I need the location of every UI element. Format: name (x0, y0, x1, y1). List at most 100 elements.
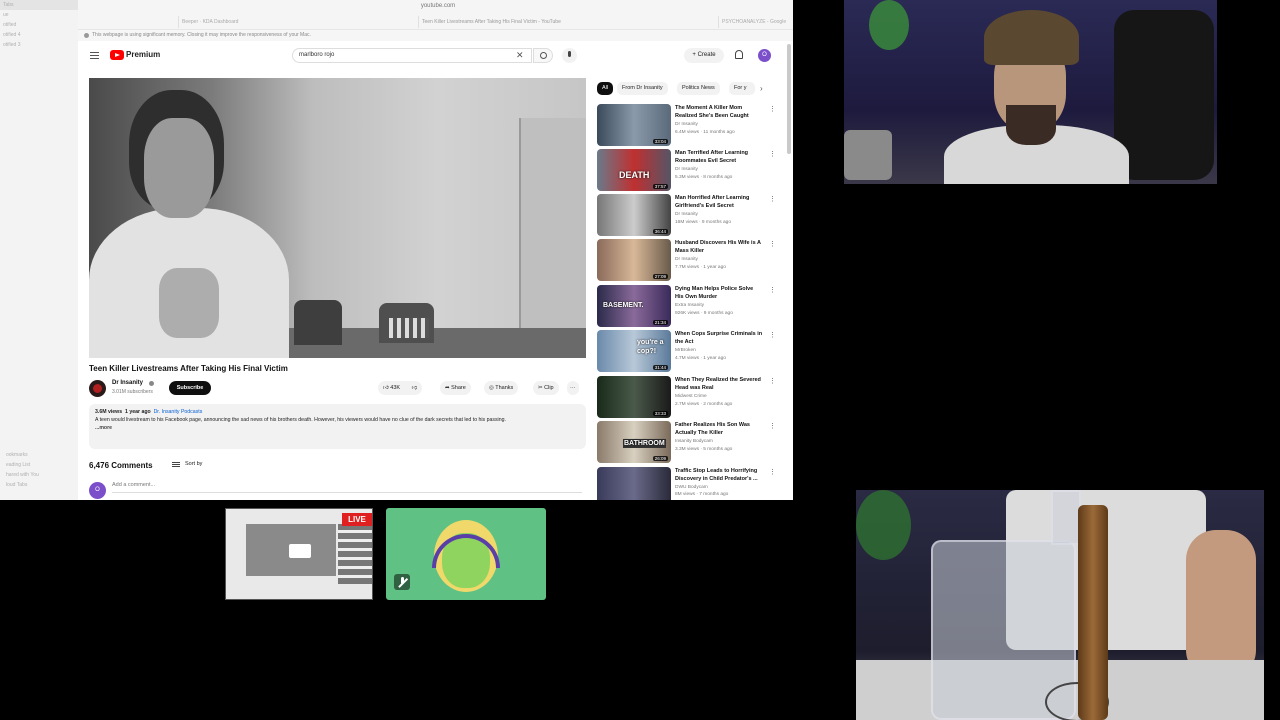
rec-channel[interactable]: DWU Bodycam (675, 485, 708, 490)
list-item[interactable]: BATHROOM 26:09 Father Realizes His Son W… (597, 421, 787, 465)
kebab-icon[interactable]: ⋮ (769, 240, 776, 248)
sidebar-item[interactable]: eading List (3, 460, 42, 470)
channel-podcast-link[interactable]: Dr. Insanity Podcasts (154, 409, 203, 415)
tab-youtube[interactable]: Teen Killer Livestreams After Taking His… (418, 16, 668, 28)
more-actions-button[interactable]: ··· (567, 381, 579, 395)
description-more-link[interactable]: ...more (95, 424, 580, 432)
subscriber-count: 3.01M subscribers (112, 389, 153, 395)
kebab-icon[interactable]: ⋮ (769, 105, 776, 113)
chevron-right-icon[interactable]: › (760, 84, 763, 93)
kebab-icon[interactable]: ⋮ (769, 331, 776, 339)
menu-icon[interactable] (90, 52, 99, 53)
scrollbar[interactable] (787, 44, 791, 154)
dislike-icon[interactable]: 👎︎ (412, 385, 418, 391)
list-item[interactable]: Traffic Stop Leads to Horrifying Discove… (597, 467, 787, 500)
video-thumbnail[interactable]: BATHROOM 26:09 (597, 421, 671, 463)
kebab-icon[interactable]: ⋮ (769, 286, 776, 294)
sidebar-item[interactable]: hared with You (3, 470, 42, 480)
channel-avatar[interactable] (89, 380, 106, 397)
share-label: Share (451, 385, 466, 391)
rec-title[interactable]: Man Horrified After Learning Girlfriend'… (675, 194, 763, 210)
rec-channel[interactable]: Dr Insanity (675, 122, 698, 127)
video-thumbnail[interactable]: DEATH 37:57 (597, 149, 671, 191)
rec-title[interactable]: Husband Discovers His Wife is A Mass Kil… (675, 239, 763, 255)
bong-neck (1051, 490, 1081, 545)
like-button[interactable]: 👍︎ 43K 👎︎ (378, 381, 423, 395)
user-avatar[interactable]: O (758, 49, 771, 62)
duration-badge: 33:04 (652, 139, 668, 144)
rec-title[interactable]: Man Terrified After Learning Roommates E… (675, 149, 763, 165)
sidebar-item[interactable]: ookmarks (3, 450, 42, 460)
clip-button[interactable]: ✂ Clip (533, 381, 559, 395)
list-item[interactable]: 33:33 When They Realized the Severed Hea… (597, 376, 787, 420)
chip-politics-news[interactable]: Politics News (677, 82, 720, 95)
list-item[interactable]: 36:44 Man Horrified After Learning Girlf… (597, 194, 787, 238)
bell-icon[interactable] (735, 50, 743, 59)
search-input[interactable]: marlboro rojo (292, 48, 532, 63)
video-thumbnail[interactable]: 36:44 (597, 194, 671, 236)
alien-figure (869, 0, 909, 50)
youtube-logo-icon[interactable] (110, 50, 124, 60)
comment-input[interactable]: Add a comment... (112, 482, 582, 493)
description-box[interactable]: 3.6M views 1 year ago Dr. Insanity Podca… (89, 404, 586, 449)
brand-label[interactable]: Premium (126, 50, 160, 59)
video-thumbnail[interactable]: you're a cop?! 31:44 (597, 330, 671, 372)
video-thumbnail[interactable]: 33:33 (597, 376, 671, 418)
video-player[interactable] (89, 78, 586, 358)
description-text: A teen would livestream to his Facebook … (95, 417, 506, 423)
sidebar-item[interactable]: otified (0, 20, 78, 30)
rec-channel[interactable]: Dr Insanity (675, 257, 698, 262)
list-item[interactable]: BASEMENT. 21:34 Dying Man Helps Police S… (597, 285, 787, 329)
list-item[interactable]: 27:09 Husband Discovers His Wife is A Ma… (597, 239, 787, 283)
rec-channel[interactable]: Insanity Bodycam (675, 439, 713, 444)
rec-title[interactable]: When They Realized the Severed Head was … (675, 376, 763, 392)
sidebar-item[interactable]: loud Tabs (3, 480, 42, 490)
chip-for-you[interactable]: For y (729, 82, 755, 95)
chip-from-dr-insanity[interactable]: From Dr Insanity (617, 82, 668, 95)
sidebar-item[interactable]: ue (0, 10, 78, 20)
list-item[interactable]: DEATH 37:57 Man Terrified After Learning… (597, 149, 787, 193)
preview-window (289, 544, 311, 558)
kebab-icon[interactable]: ⋮ (769, 422, 776, 430)
rec-title[interactable]: Father Realizes His Son Was Actually The… (675, 421, 763, 437)
rec-title[interactable]: Traffic Stop Leads to Horrifying Discove… (675, 467, 763, 483)
thumbnail-caption: BATHROOM (623, 439, 666, 448)
subscribe-button[interactable]: Subscribe (169, 381, 211, 395)
mic-icon[interactable] (562, 48, 577, 63)
video-thumbnail[interactable]: 27:09 (597, 239, 671, 281)
kebab-icon[interactable]: ⋮ (769, 195, 776, 203)
list-item[interactable]: 33:04 The Moment A Killer Mom Realized S… (597, 104, 787, 148)
sort-by-button[interactable]: Sort by (185, 461, 202, 467)
video-thumbnail[interactable] (597, 467, 671, 500)
kebab-icon[interactable]: ⋮ (769, 468, 776, 476)
chip-all[interactable]: All (597, 82, 614, 95)
kebab-icon[interactable]: ⋮ (769, 377, 776, 385)
tab-beeper[interactable]: Beeper · KDA Dashboard (178, 16, 378, 28)
share-button[interactable]: ➦ Share (440, 381, 471, 395)
rec-title[interactable]: When Cops Surprise Criminals in the Act (675, 330, 763, 346)
kebab-icon[interactable]: ⋮ (769, 150, 776, 158)
rec-channel[interactable]: Dr Insanity (675, 167, 698, 172)
sidebar-item[interactable]: otified 4 (0, 30, 78, 40)
rec-channel[interactable]: MrBroken (675, 348, 696, 353)
rec-title[interactable]: The Moment A Killer Mom Realized She's B… (675, 104, 763, 120)
rec-channel[interactable]: Dr Insanity (675, 212, 698, 217)
address-bar[interactable]: youtube.com (268, 1, 608, 11)
channel-name[interactable]: Dr Insanity (112, 380, 143, 386)
video-thumbnail[interactable]: BASEMENT. 21:34 (597, 285, 671, 327)
sidebar-item[interactable]: otified 3 (0, 40, 78, 50)
create-label: Create (697, 52, 716, 58)
thanks-button[interactable]: ◎ Thanks (484, 381, 519, 395)
sidebar-item[interactable]: Tabs (0, 0, 78, 10)
rec-meta: 8M views · 7 months ago (675, 492, 729, 497)
clear-search-icon[interactable]: ✕ (516, 50, 524, 61)
video-thumbnail[interactable]: 33:04 (597, 104, 671, 146)
tab-google[interactable]: PSYCHOANALYZE - Google (718, 16, 793, 28)
list-item[interactable]: you're a cop?! 31:44 When Cops Surprise … (597, 330, 787, 374)
rec-channel[interactable]: Midwest Crime (675, 394, 707, 399)
create-button[interactable]: + Create (684, 48, 724, 63)
search-button[interactable] (533, 48, 553, 63)
rec-channel[interactable]: Extra Insanity (675, 303, 704, 308)
sort-icon[interactable] (172, 462, 180, 463)
rec-title[interactable]: Dying Man Helps Police Solve His Own Mur… (675, 285, 763, 301)
